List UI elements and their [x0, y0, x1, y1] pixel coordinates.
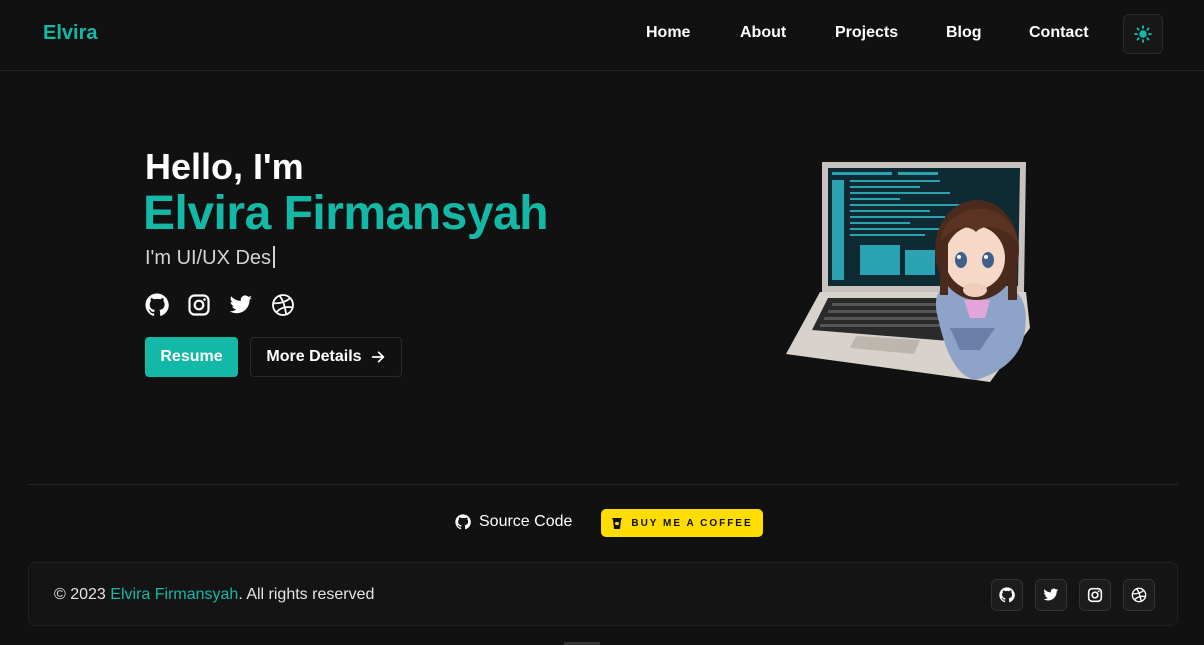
coffee-label: BUY ME A COFFEE [631, 517, 753, 529]
arrow-right-icon [371, 351, 384, 363]
hero-socials [145, 293, 295, 317]
section-divider [28, 484, 1178, 485]
github-icon [999, 587, 1015, 603]
footer-twitter-button[interactable] [1035, 579, 1067, 611]
nav-home[interactable]: Home [646, 24, 690, 42]
footer-instagram-button[interactable] [1079, 579, 1111, 611]
copyright-text: © 2023 Elvira Firmansyah. All rights res… [54, 586, 374, 604]
copyright-name-link[interactable]: Elvira Firmansyah [110, 586, 238, 603]
copyright-suffix: . All rights reserved [238, 586, 375, 603]
buy-me-a-coffee-button[interactable]: BUY ME A COFFEE [601, 509, 763, 537]
github-icon [455, 514, 471, 530]
hero-illustration [780, 150, 1040, 390]
source-code-link[interactable]: Source Code [455, 513, 572, 531]
theme-toggle-button[interactable] [1123, 14, 1163, 54]
more-details-label: More Details [266, 348, 362, 365]
typed-text: I'm UI/UX Des [145, 247, 272, 269]
sun-icon [1134, 25, 1152, 43]
footer-dribbble-button[interactable] [1123, 579, 1155, 611]
twitter-icon[interactable] [229, 293, 253, 317]
instagram-icon [1087, 587, 1103, 603]
nav-contact[interactable]: Contact [1029, 24, 1089, 42]
resume-button[interactable]: Resume [145, 337, 238, 377]
instagram-icon[interactable] [187, 293, 211, 317]
coffee-cup-icon [612, 518, 623, 529]
hero-greeting: Hello, I'm [145, 146, 304, 187]
dribbble-icon [1131, 587, 1147, 603]
nav-projects[interactable]: Projects [835, 24, 898, 42]
source-code-label: Source Code [479, 513, 573, 530]
site-footer: © 2023 Elvira Firmansyah. All rights res… [28, 562, 1178, 626]
nav-blog[interactable]: Blog [946, 24, 982, 42]
site-header: Elvira Home About Projects Blog Contact [0, 0, 1204, 71]
typing-cursor [273, 246, 276, 268]
nav-about[interactable]: About [740, 24, 786, 42]
hero-name: Elvira Firmansyah [143, 187, 549, 240]
github-icon[interactable] [145, 293, 169, 317]
site-logo[interactable]: Elvira [43, 22, 97, 45]
more-details-button[interactable]: More Details [250, 337, 402, 377]
twitter-icon [1043, 588, 1059, 601]
hero-typed-role: I'm UI/UX Des [145, 246, 276, 270]
dribbble-icon[interactable] [271, 293, 295, 317]
copyright-prefix: © 2023 [54, 586, 111, 603]
footer-github-button[interactable] [991, 579, 1023, 611]
